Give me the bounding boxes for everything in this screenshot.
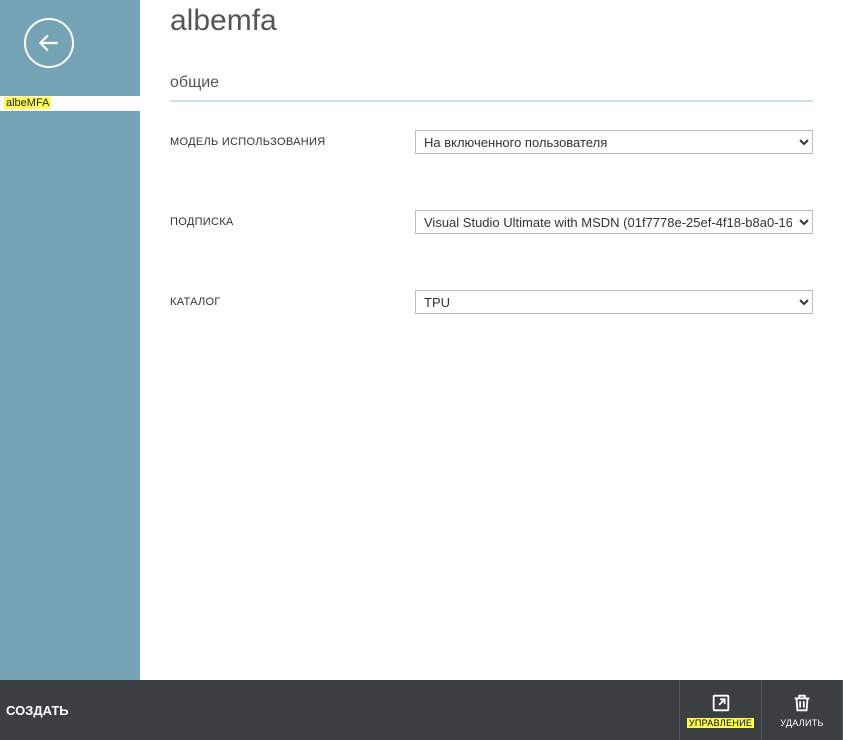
create-button[interactable]: СОЗДАТЬ — [0, 703, 140, 718]
usage-model-select[interactable]: На включенного пользователя — [415, 130, 813, 154]
sidebar-item-label: albeMFA — [4, 97, 51, 109]
form-label: КАТАЛОГ — [170, 290, 415, 308]
form-row-subscription: ПОДПИСКА Visual Studio Ultimate with MSD… — [170, 210, 813, 234]
form-label: МОДЕЛЬ ИСПОЛЬЗОВАНИЯ — [170, 130, 415, 148]
form-label: ПОДПИСКА — [170, 210, 415, 228]
trash-icon — [791, 692, 813, 714]
sidebar: albeMFA — [0, 0, 140, 680]
main-content: albemfa общие МОДЕЛЬ ИСПОЛЬЗОВАНИЯ На вк… — [140, 0, 843, 680]
back-button[interactable] — [24, 18, 74, 68]
catalog-select[interactable]: TPU — [415, 290, 813, 314]
sidebar-item-active[interactable]: albeMFA — [0, 96, 140, 111]
subscription-select[interactable]: Visual Studio Ultimate with MSDN (01f777… — [415, 210, 813, 234]
manage-label: УПРАВЛЕНИЕ — [687, 718, 754, 728]
manage-button[interactable]: УПРАВЛЕНИЕ — [679, 680, 761, 740]
section-heading: общие — [170, 74, 813, 92]
form-row-usage-model: МОДЕЛЬ ИСПОЛЬЗОВАНИЯ На включенного поль… — [170, 130, 813, 154]
section-divider — [170, 100, 813, 102]
arrow-left-icon — [36, 30, 62, 56]
footer-bar: СОЗДАТЬ УПРАВЛЕНИЕ УДАЛИТЬ — [0, 680, 843, 740]
delete-button[interactable]: УДАЛИТЬ — [761, 680, 843, 740]
form-row-catalog: КАТАЛОГ TPU — [170, 290, 813, 314]
delete-label: УДАЛИТЬ — [780, 718, 824, 728]
page-title: albemfa — [170, 4, 813, 38]
external-link-icon — [710, 692, 732, 714]
